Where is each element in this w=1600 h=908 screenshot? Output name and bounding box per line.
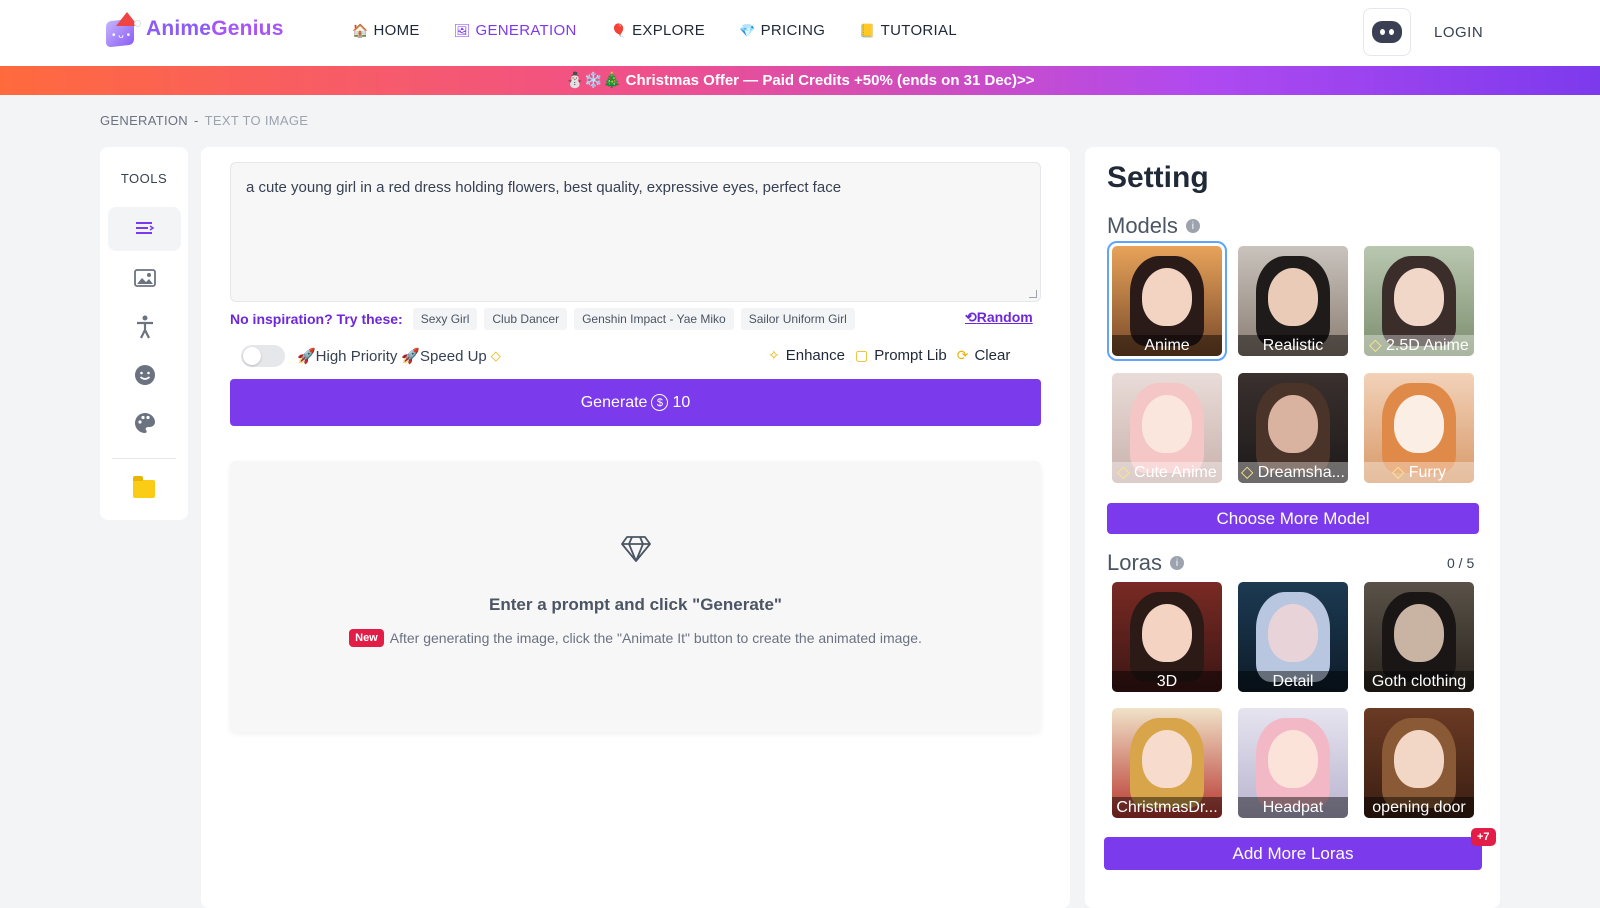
palette-icon <box>134 413 155 433</box>
breadcrumb-parent[interactable]: GENERATION <box>100 113 188 128</box>
top-header: • ᴗ • AnimeGenius 🏠 HOME 🖼 GENERATION 🎈 EXP… <box>0 0 1600 66</box>
loras-count: 0 / 5 <box>1447 555 1475 571</box>
model-card-realistic[interactable]: Realistic <box>1238 246 1348 356</box>
suggestion-chip[interactable]: Sailor Uniform Girl <box>740 308 855 330</box>
home-icon: 🏠 <box>352 22 369 38</box>
result-title: Enter a prompt and click "Generate" <box>489 595 782 614</box>
clear-button[interactable]: Clear <box>974 347 1010 364</box>
high-priority-toggle[interactable] <box>241 345 285 367</box>
person-icon <box>136 315 153 339</box>
login-link[interactable]: LOGIN <box>1434 24 1483 41</box>
style-tool[interactable] <box>108 401 181 445</box>
text-lines-icon <box>135 222 154 234</box>
enhance-button[interactable]: Enhance <box>786 347 845 364</box>
prompt-actions: ✧ Enhance ▢ Prompt Lib ⟳ Clear <box>768 347 1010 364</box>
model-card-25d-anime[interactable]: ◇ 2.5D Anime <box>1364 246 1474 356</box>
prompt-lib-button[interactable]: Prompt Lib <box>874 347 947 364</box>
random-prompt-link[interactable]: ⟲Random <box>965 309 1033 326</box>
models-title: Models i <box>1107 213 1200 239</box>
nav-explore[interactable]: 🎈 EXPLORE <box>611 22 705 39</box>
high-priority-label: 🚀High Priority <box>297 348 398 365</box>
folder-icon[interactable] <box>133 476 155 498</box>
speed-up-label: 🚀Speed Up <box>401 348 487 365</box>
breadcrumb-current: TEXT TO IMAGE <box>204 113 309 128</box>
result-placeholder: Enter a prompt and click "Generate" New … <box>230 461 1041 732</box>
inspiration-label: No inspiration? Try these: <box>230 311 403 327</box>
clear-icon: ⟳ <box>956 347 969 363</box>
discord-icon <box>1372 21 1402 43</box>
face-tool[interactable] <box>108 353 181 397</box>
pose-tool[interactable] <box>108 305 181 349</box>
nav-generation[interactable]: 🖼 GENERATION <box>454 22 577 39</box>
refresh-icon: ⟲ <box>965 309 977 325</box>
nav-home[interactable]: 🏠 HOME <box>352 22 420 39</box>
lora-card-goth-clothing[interactable]: Goth clothing <box>1364 582 1474 692</box>
tools-sidebar: TOOLS <box>100 147 188 520</box>
result-note: New After generating the image, click th… <box>230 629 1041 647</box>
lora-card-headpat[interactable]: Headpat <box>1238 708 1348 818</box>
book-icon: ▢ <box>854 347 869 363</box>
prompt-textarea[interactable]: a cute young girl in a red dress holding… <box>230 162 1041 302</box>
model-card-dreamshaper[interactable]: ◇ Dreamsha... <box>1238 373 1348 483</box>
inspiration-row: No inspiration? Try these: Sexy Girl Clu… <box>230 308 855 330</box>
generate-label: Generate <box>580 393 648 411</box>
coin-icon: $ <box>651 394 669 411</box>
settings-panel: Setting Models i Anime Realistic ◇ 2.5D A… <box>1085 147 1500 908</box>
image-to-image-tool[interactable] <box>108 256 181 300</box>
nav-tutorial[interactable]: 📒 TUTORIAL <box>859 22 957 39</box>
diamond-icon: 💎 <box>739 22 756 38</box>
premium-diamond-icon: ◇ <box>490 348 501 363</box>
suggestion-chip[interactable]: Sexy Girl <box>412 308 478 330</box>
lora-card-detail[interactable]: Detail <box>1238 582 1348 692</box>
magic-wand-icon: ✧ <box>768 347 780 363</box>
info-icon[interactable]: i <box>1170 556 1185 570</box>
book-icon: 📒 <box>859 22 876 38</box>
image-icon: 🖼 <box>453 22 471 38</box>
logo-text: AnimeGenius <box>146 17 284 40</box>
info-icon[interactable]: i <box>1185 219 1200 233</box>
resize-handle[interactable] <box>1029 290 1037 298</box>
christmas-offer-banner[interactable]: ⛄❄️🎄 Christmas Offer — Paid Credits +50%… <box>0 66 1600 95</box>
generate-button[interactable]: Generate $ 10 <box>230 379 1041 426</box>
settings-title: Setting <box>1107 161 1209 194</box>
add-more-loras-button[interactable]: Add More Loras <box>1104 837 1482 870</box>
model-card-furry[interactable]: ◇ Furry <box>1364 373 1474 483</box>
generate-cost: 10 <box>672 393 691 411</box>
animate-note: After generating the image, click the "A… <box>389 630 922 646</box>
logo[interactable]: • ᴗ • AnimeGenius <box>104 12 284 48</box>
balloon-icon: 🎈 <box>610 22 628 38</box>
priority-options: 🚀High Priority 🚀Speed Up ◇ <box>241 345 501 367</box>
tools-divider <box>112 458 176 459</box>
diamond-icon <box>621 536 651 562</box>
nav-pricing[interactable]: 💎 PRICING <box>739 22 825 39</box>
model-card-cute-anime[interactable]: ◇ Cute Anime <box>1112 373 1222 483</box>
main-nav: 🏠 HOME 🖼 GENERATION 🎈 EXPLORE 💎 PRICING 📒 TUT… <box>352 22 957 39</box>
text-to-image-tool[interactable] <box>108 207 181 251</box>
new-badge: New <box>349 629 384 647</box>
smiley-icon <box>134 365 155 385</box>
lora-card-christmas-dress[interactable]: ChristmasDr... <box>1112 708 1222 818</box>
logo-mascot-icon: • ᴗ • <box>104 12 141 48</box>
choose-more-model-button[interactable]: Choose More Model <box>1107 503 1479 534</box>
generation-panel: a cute young girl in a red dress holding… <box>201 147 1070 908</box>
lora-card-opening-door[interactable]: opening door <box>1364 708 1474 818</box>
discord-button[interactable] <box>1363 8 1411 56</box>
suggestion-chip[interactable]: Club Dancer <box>484 308 568 330</box>
tools-title: TOOLS <box>120 171 168 186</box>
suggestion-chip[interactable]: Genshin Impact - Yae Miko <box>574 308 734 330</box>
breadcrumb: GENERATION - TEXT TO IMAGE <box>100 113 308 128</box>
model-card-anime[interactable]: Anime <box>1107 241 1227 361</box>
breadcrumb-separator: - <box>194 113 199 128</box>
loras-title: Loras i <box>1107 550 1185 576</box>
more-loras-badge: +7 <box>1471 828 1496 846</box>
prompt-text: a cute young girl in a red dress holding… <box>246 179 842 196</box>
image-icon <box>133 269 156 287</box>
lora-card-3d[interactable]: 3D <box>1112 582 1222 692</box>
